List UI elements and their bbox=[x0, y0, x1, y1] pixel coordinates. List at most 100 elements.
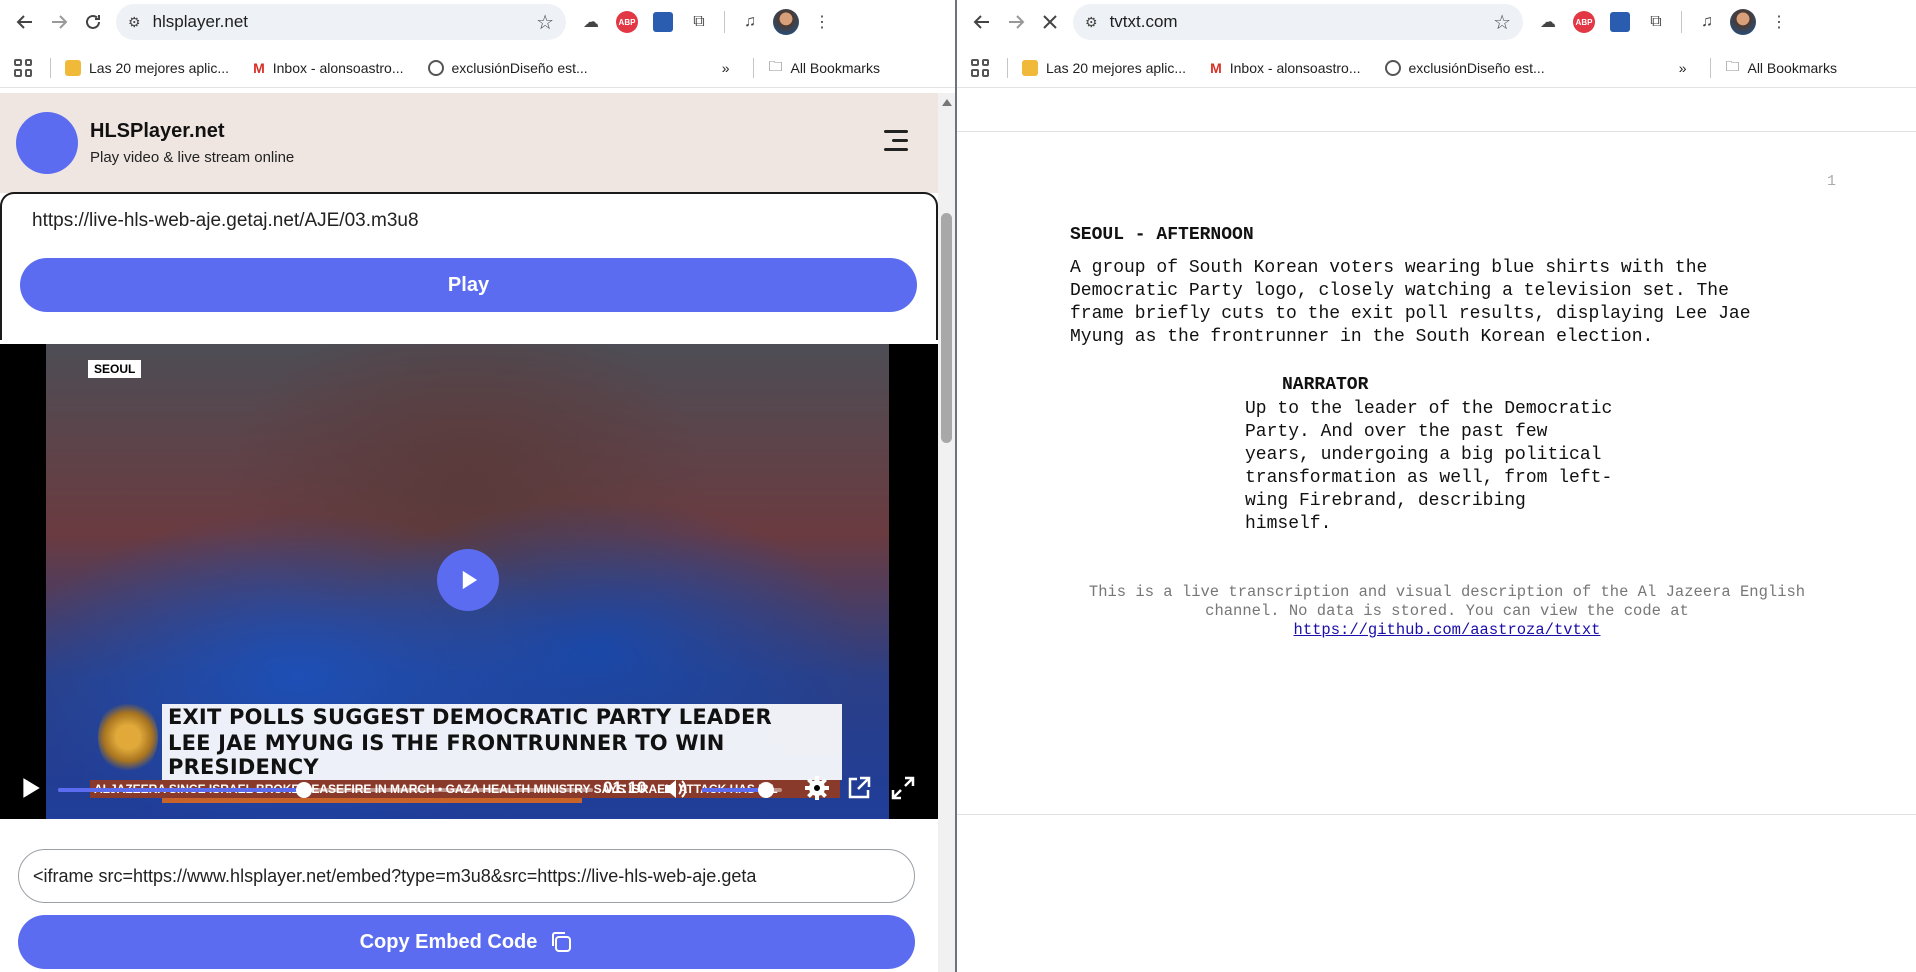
stop-icon[interactable] bbox=[1033, 5, 1067, 39]
volume-slider[interactable] bbox=[702, 782, 782, 798]
media-icon[interactable]: ♫ bbox=[735, 7, 765, 37]
site-title[interactable]: HLSPlayer.net bbox=[90, 120, 294, 143]
apps-icon[interactable] bbox=[971, 58, 989, 77]
action-line: Myung as the frontrunner in the South Ko… bbox=[1070, 327, 1654, 347]
back-icon[interactable] bbox=[965, 5, 999, 39]
address-bar[interactable]: ⚙ tvtxt.com ☆ bbox=[1073, 4, 1523, 40]
abp-icon[interactable]: ABP bbox=[1569, 7, 1599, 37]
footer-line: channel. No data is stored. You can view… bbox=[1205, 602, 1689, 620]
cloud-icon[interactable]: ☁ bbox=[1533, 7, 1563, 37]
bookmark-favicon-icon bbox=[1022, 59, 1038, 76]
dialogue-line: transformation as well, from left- bbox=[1245, 468, 1613, 488]
forward-icon[interactable] bbox=[999, 5, 1033, 39]
menu-icon[interactable]: ⋮ bbox=[807, 7, 837, 37]
play-icon[interactable] bbox=[20, 776, 42, 800]
back-icon[interactable] bbox=[8, 5, 42, 39]
bookmark-item[interactable]: exclusiónDiseño est... bbox=[427, 59, 588, 76]
big-play-button[interactable] bbox=[437, 549, 499, 611]
action-line: A group of South Korean voters wearing b… bbox=[1070, 258, 1708, 278]
divider bbox=[957, 814, 1916, 815]
volume-handle[interactable] bbox=[758, 782, 774, 798]
address-bar[interactable]: ⚙ hlsplayer.net ☆ bbox=[116, 4, 566, 40]
gmail-icon: M bbox=[253, 59, 265, 76]
site-logo[interactable] bbox=[16, 112, 78, 174]
bookmarks-overflow[interactable]: » bbox=[1679, 60, 1687, 76]
site-settings-icon[interactable]: ⚙ bbox=[1085, 14, 1098, 31]
site-settings-icon[interactable]: ⚙ bbox=[128, 14, 141, 31]
page-number: 1 bbox=[1827, 173, 1837, 190]
action-line: frame briefly cuts to the exit poll resu… bbox=[1070, 304, 1751, 324]
hamburger-menu-icon[interactable] bbox=[884, 130, 908, 157]
dialogue-line: himself. bbox=[1245, 514, 1332, 534]
extension-icon[interactable]: ⧉ bbox=[684, 7, 714, 37]
extension-icon[interactable]: ⧉ bbox=[1641, 7, 1671, 37]
scroll-up-icon[interactable] bbox=[942, 99, 952, 106]
bookmark-separator bbox=[1710, 57, 1712, 78]
current-time: 01:10 bbox=[603, 778, 647, 797]
volume-icon[interactable] bbox=[662, 776, 688, 802]
embed-code-input[interactable]: <iframe src=https://www.hlsplayer.net/em… bbox=[18, 849, 915, 903]
bookmark-separator bbox=[753, 57, 755, 78]
cloud-icon[interactable]: ☁ bbox=[576, 7, 606, 37]
seek-progress bbox=[58, 788, 305, 792]
site-subtitle: Play video & live stream online bbox=[90, 149, 295, 166]
bookmark-item[interactable]: exclusiónDiseño est... bbox=[1384, 59, 1545, 76]
extensions-row: ☁ ABP ⧉ ♫ ⋮ bbox=[576, 7, 837, 37]
media-icon[interactable]: ♫ bbox=[1692, 7, 1722, 37]
copy-embed-button[interactable]: Copy Embed Code bbox=[18, 915, 915, 969]
address-url: hlsplayer.net bbox=[152, 12, 249, 31]
divider bbox=[957, 131, 1916, 132]
dialogue-line: wing Firebrand, describing bbox=[1245, 491, 1526, 511]
brand: HLSPlayer.net Play video & live stream o… bbox=[90, 120, 294, 166]
fullscreen-icon[interactable] bbox=[890, 775, 916, 801]
gear-icon[interactable] bbox=[804, 775, 830, 801]
scene-heading: SEOUL - AFTERNOON bbox=[1070, 225, 1254, 245]
star-icon[interactable]: ☆ bbox=[536, 10, 554, 35]
video-controls: 01:10 bbox=[0, 764, 938, 814]
gmail-icon: M bbox=[1210, 59, 1222, 76]
dialogue-block: Up to the leader of the Democratic Party… bbox=[1245, 398, 1665, 536]
extension-blue-icon[interactable] bbox=[648, 7, 678, 37]
avatar[interactable] bbox=[771, 7, 801, 37]
play-icon bbox=[462, 570, 478, 590]
bookmarks-bar: Las 20 mejores aplic... M Inbox - alonsoa… bbox=[0, 48, 955, 88]
popout-icon[interactable] bbox=[846, 775, 872, 801]
address-url: tvtxt.com bbox=[1109, 12, 1178, 31]
apps-icon[interactable] bbox=[14, 58, 32, 77]
bookmark-item[interactable]: M Inbox - alonsoastro... bbox=[253, 60, 403, 76]
bookmark-item[interactable]: Las 20 mejores aplic... bbox=[1022, 59, 1186, 76]
location-tag: SEOUL bbox=[88, 360, 142, 378]
footer-note: This is a live transcription and visual … bbox=[1057, 583, 1837, 640]
browser-toolbar: ⚙ hlsplayer.net ☆ ☁ ABP ⧉ ♫ ⋮ bbox=[0, 0, 955, 44]
reload-icon[interactable] bbox=[76, 5, 110, 39]
video-player[interactable]: SEOUL EXIT POLLS SUGGEST DEMOCRATIC PART… bbox=[0, 344, 938, 819]
volume-level bbox=[702, 788, 766, 792]
all-bookmarks[interactable]: 🗀 All Bookmarks bbox=[1725, 56, 1836, 80]
dialogue-line: years, undergoing a big political bbox=[1245, 445, 1602, 465]
tvtxt-page: 1 SEOUL - AFTERNOON A group of South Kor… bbox=[957, 93, 1916, 972]
seek-handle[interactable] bbox=[296, 782, 313, 798]
headline-line-1: EXIT POLLS SUGGEST DEMOCRATIC PARTY LEAD… bbox=[162, 704, 842, 730]
globe-icon bbox=[1384, 59, 1401, 76]
avatar[interactable] bbox=[1728, 7, 1758, 37]
stream-url-input[interactable]: https://live-hls-web-aje.getaj.net/AJE/0… bbox=[32, 210, 419, 232]
bookmark-item[interactable]: Las 20 mejores aplic... bbox=[65, 59, 229, 76]
extension-blue-icon[interactable] bbox=[1605, 7, 1635, 37]
action-line: Democratic Party logo, closely watching … bbox=[1070, 281, 1729, 301]
browser-toolbar: ⚙ tvtxt.com ☆ ☁ ABP ⧉ ♫ ⋮ bbox=[957, 0, 1916, 44]
page-scrollbar[interactable] bbox=[938, 93, 955, 972]
player-card: https://live-hls-web-aje.getaj.net/AJE/0… bbox=[0, 192, 938, 340]
menu-icon[interactable]: ⋮ bbox=[1764, 7, 1794, 37]
forward-icon[interactable] bbox=[42, 5, 76, 39]
github-link[interactable]: https://github.com/aastroza/tvtxt bbox=[1294, 621, 1601, 639]
bookmark-item[interactable]: M Inbox - alonsoastro... bbox=[1210, 60, 1360, 76]
star-icon[interactable]: ☆ bbox=[1493, 10, 1511, 35]
bookmarks-overflow[interactable]: » bbox=[722, 60, 730, 76]
scroll-thumb[interactable] bbox=[941, 213, 952, 443]
seek-bar[interactable] bbox=[58, 782, 593, 798]
all-bookmarks[interactable]: 🗀 All Bookmarks bbox=[768, 56, 879, 80]
play-button[interactable]: Play bbox=[20, 258, 917, 312]
hlsplayer-page: HLSPlayer.net Play video & live stream o… bbox=[0, 93, 938, 972]
abp-icon[interactable]: ABP bbox=[612, 7, 642, 37]
toolbar-separator bbox=[1681, 11, 1682, 33]
